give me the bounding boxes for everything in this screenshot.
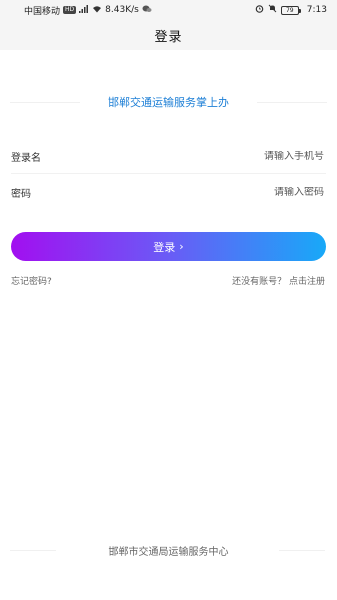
slogan-row: 邯郸交通运输服务掌上办 — [0, 92, 337, 112]
forgot-password-link[interactable]: 忘记密码? — [11, 274, 52, 287]
password-input[interactable] — [101, 186, 326, 198]
footer-divider-right — [279, 550, 325, 551]
hd-icon: HD — [63, 6, 77, 14]
status-left: 中国移动 HD 8.43K/s — [24, 4, 152, 17]
status-bar: 中国移动 HD 8.43K/s 79 7:13 — [0, 0, 337, 20]
username-row: 登录名 — [11, 140, 326, 174]
network-speed: 8.43K/s — [105, 5, 139, 15]
divider-left — [10, 102, 80, 103]
password-label: 密码 — [11, 188, 31, 200]
register-link[interactable]: 还没有账号？ 点击注册 — [232, 274, 325, 287]
status-right: 79 7:13 — [255, 4, 327, 16]
app-slogan: 邯郸交通运输服务掌上办 — [108, 96, 229, 109]
footer-org-name: 邯郸市交通局运输服务中心 — [108, 546, 229, 558]
footer: 邯郸市交通局运输服务中心 — [0, 540, 337, 560]
carrier-name: 中国移动 — [24, 6, 61, 17]
chat-icon — [142, 5, 152, 16]
signal-icon — [79, 4, 89, 16]
mute-icon — [268, 4, 277, 16]
chevron-right-icon: › — [179, 240, 184, 253]
password-row: 密码 — [11, 175, 326, 209]
login-button-label: 登录 — [153, 240, 176, 254]
page-title: 登录 — [154, 29, 183, 45]
alarm-icon — [255, 4, 264, 16]
login-button[interactable]: 登录 › — [11, 232, 326, 261]
battery-icon: 79 — [280, 5, 301, 15]
username-input[interactable] — [101, 151, 326, 162]
username-label: 登录名 — [11, 153, 41, 164]
divider-right — [257, 102, 327, 103]
clock-time: 7:13 — [306, 5, 327, 15]
title-bar: 登录 — [0, 20, 337, 50]
footer-divider-left — [10, 550, 56, 551]
wifi-icon — [92, 5, 102, 16]
